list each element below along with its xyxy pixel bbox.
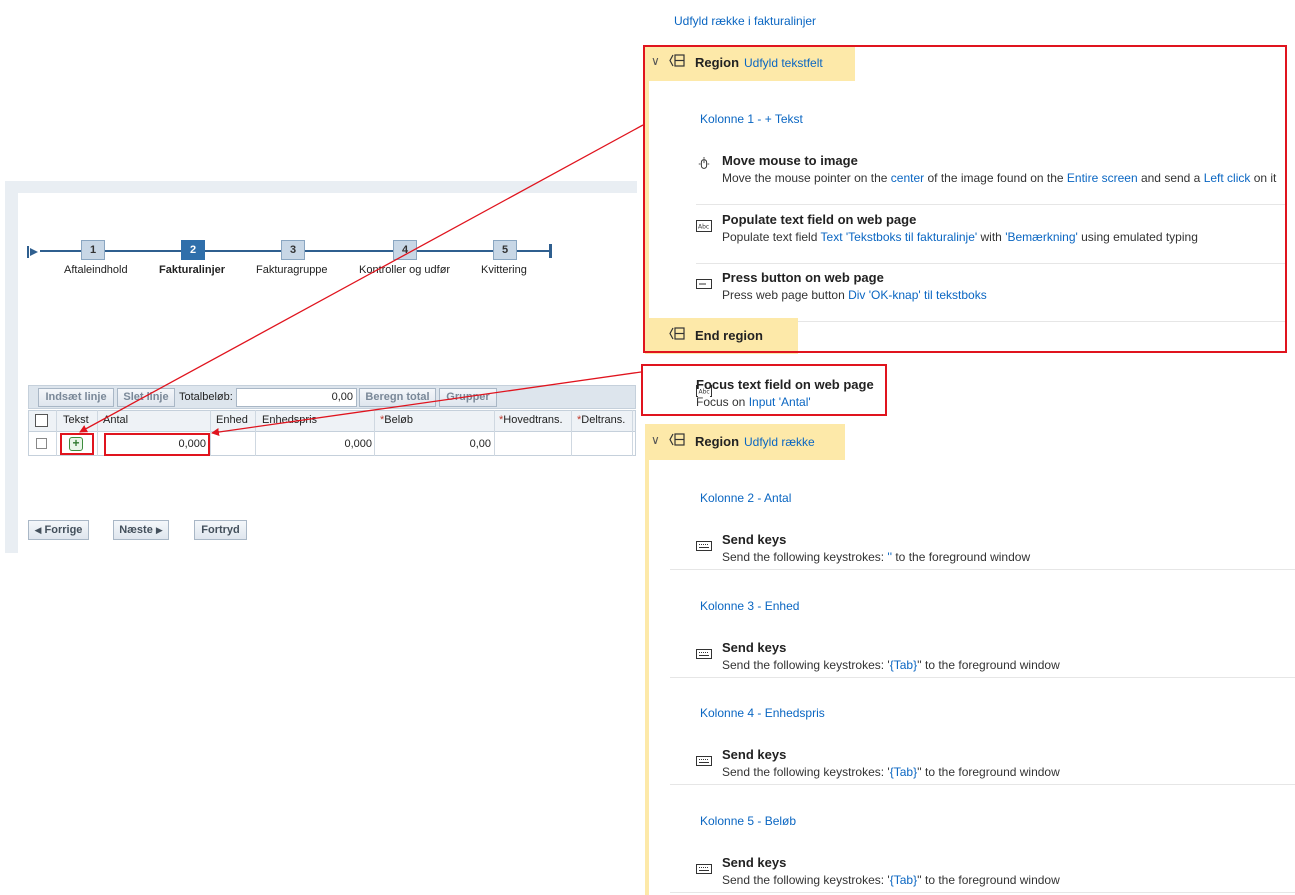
action-title: Send keys (722, 532, 787, 547)
col-header-antal[interactable]: Antal (103, 414, 128, 426)
step-4-label: Kontroller og udfør (359, 264, 451, 276)
calculate-total-button[interactable]: Beregn total (359, 388, 436, 407)
step-5-box[interactable]: 5 (493, 240, 517, 260)
step-1-box[interactable]: 1 (81, 240, 105, 260)
previous-button[interactable]: ◀ Forrige (28, 520, 89, 540)
step-5-label: Kvittering (481, 264, 527, 276)
col-header-belob[interactable]: *Beløb (380, 414, 413, 426)
arrow-right-icon: ▶ (155, 525, 163, 535)
stepper-end-icon (549, 244, 552, 258)
col-sep (97, 410, 98, 456)
step-3-label: Fakturagruppe (256, 264, 328, 276)
action-description: Send the following keystrokes: '{Tab}'' … (722, 658, 1060, 672)
enhedspris-cell[interactable]: 0,000 (258, 438, 372, 450)
insert-line-button[interactable]: Indsæt linje (38, 388, 114, 407)
action-title: Send keys (722, 855, 787, 870)
divider (670, 784, 1295, 785)
next-button-label: Næste (119, 524, 153, 536)
region-keyword: Region (695, 434, 740, 449)
action-send-keys[interactable]: Send keys Send the following keystrokes:… (670, 528, 1295, 570)
stepper-start-icon (27, 245, 39, 258)
flow-title[interactable]: Udfyld række i fakturalinjer (674, 14, 816, 28)
col-header-deltrans-label: Deltrans. (581, 414, 626, 426)
divider (670, 892, 1295, 893)
keyboard-icon (696, 649, 712, 659)
comment-kolonne-5[interactable]: Kolonne 5 - Beløb (700, 814, 796, 828)
comment-kolonne-2[interactable]: Kolonne 2 - Antal (700, 491, 791, 505)
highlight-plus-button (60, 433, 94, 455)
collapse-chevron-icon[interactable]: ∨ (651, 433, 660, 447)
action-description: Send the following keystrokes: '{Tab}'' … (722, 873, 1060, 887)
highlight-antal-field (104, 433, 210, 456)
col-sep (632, 410, 633, 456)
total-amount-field: 0,00 (236, 388, 357, 407)
col-sep (374, 410, 375, 456)
keyboard-icon (696, 541, 712, 551)
region-header-udfyld-raekke[interactable]: ∨ Region Udfyld række (645, 424, 845, 460)
action-send-keys[interactable]: Send keys Send the following keystrokes:… (670, 743, 1295, 785)
divider (670, 677, 1295, 678)
col-header-hovedtrans-label: Hovedtrans. (503, 414, 563, 426)
keyboard-icon (696, 756, 712, 766)
action-send-keys[interactable]: Send keys Send the following keystrokes:… (670, 636, 1295, 678)
col-sep (210, 410, 211, 456)
col-sep (255, 410, 256, 456)
divider (670, 569, 1295, 570)
keyboard-icon (696, 864, 712, 874)
col-sep (494, 410, 495, 456)
region-label: Udfyld række (744, 435, 815, 449)
col-sep (56, 410, 57, 456)
previous-button-label: Forrige (44, 524, 83, 536)
cancel-button[interactable]: Fortryd (194, 520, 247, 540)
step-4-box[interactable]: 4 (393, 240, 417, 260)
action-description: Send the following keystrokes: '{Tab}'' … (722, 765, 1060, 779)
form-left-strip (5, 181, 18, 553)
col-header-enhed[interactable]: Enhed (216, 414, 248, 426)
col-header-belob-label: Beløb (384, 414, 414, 426)
step-1-label: Aftaleindhold (64, 264, 128, 276)
comment-kolonne-3[interactable]: Kolonne 3 - Enhed (700, 599, 799, 613)
col-sep (571, 410, 572, 456)
col-header-text[interactable]: Tekst (63, 414, 89, 426)
col-header-deltrans[interactable]: *Deltrans. (577, 414, 625, 426)
arrow-left-icon: ◀ (34, 525, 42, 535)
next-button[interactable]: Næste ▶ (113, 520, 169, 540)
step-3-box[interactable]: 3 (281, 240, 305, 260)
step-2-label: Fakturalinjer (159, 264, 226, 276)
select-all-checkbox[interactable] (35, 414, 48, 427)
action-description: Send the following keystrokes: '' to the… (722, 550, 1031, 564)
action-title: Send keys (722, 640, 787, 655)
region-icon (669, 433, 685, 446)
total-label: Totalbeløb: (179, 391, 233, 403)
region-bar (645, 425, 649, 895)
col-header-hovedtrans[interactable]: *Hovedtrans. (499, 414, 563, 426)
col-header-enhedspris[interactable]: Enhedspris (262, 414, 317, 426)
form-top-strip (5, 181, 637, 193)
invoice-form-panel (5, 181, 637, 553)
step-2-box[interactable]: 2 (181, 240, 205, 260)
action-send-keys[interactable]: Send keys Send the following keystrokes:… (670, 851, 1295, 893)
action-title: Send keys (722, 747, 787, 762)
delete-line-button[interactable]: Slet linje (117, 388, 175, 407)
row-checkbox[interactable] (36, 438, 47, 449)
highlight-region-udfyld-tekstfelt (643, 45, 1287, 353)
highlight-focus-action (641, 364, 887, 416)
comment-kolonne-4[interactable]: Kolonne 4 - Enhedspris (700, 706, 825, 720)
group-button[interactable]: Grupper (439, 388, 497, 407)
belob-cell[interactable]: 0,00 (378, 438, 491, 450)
